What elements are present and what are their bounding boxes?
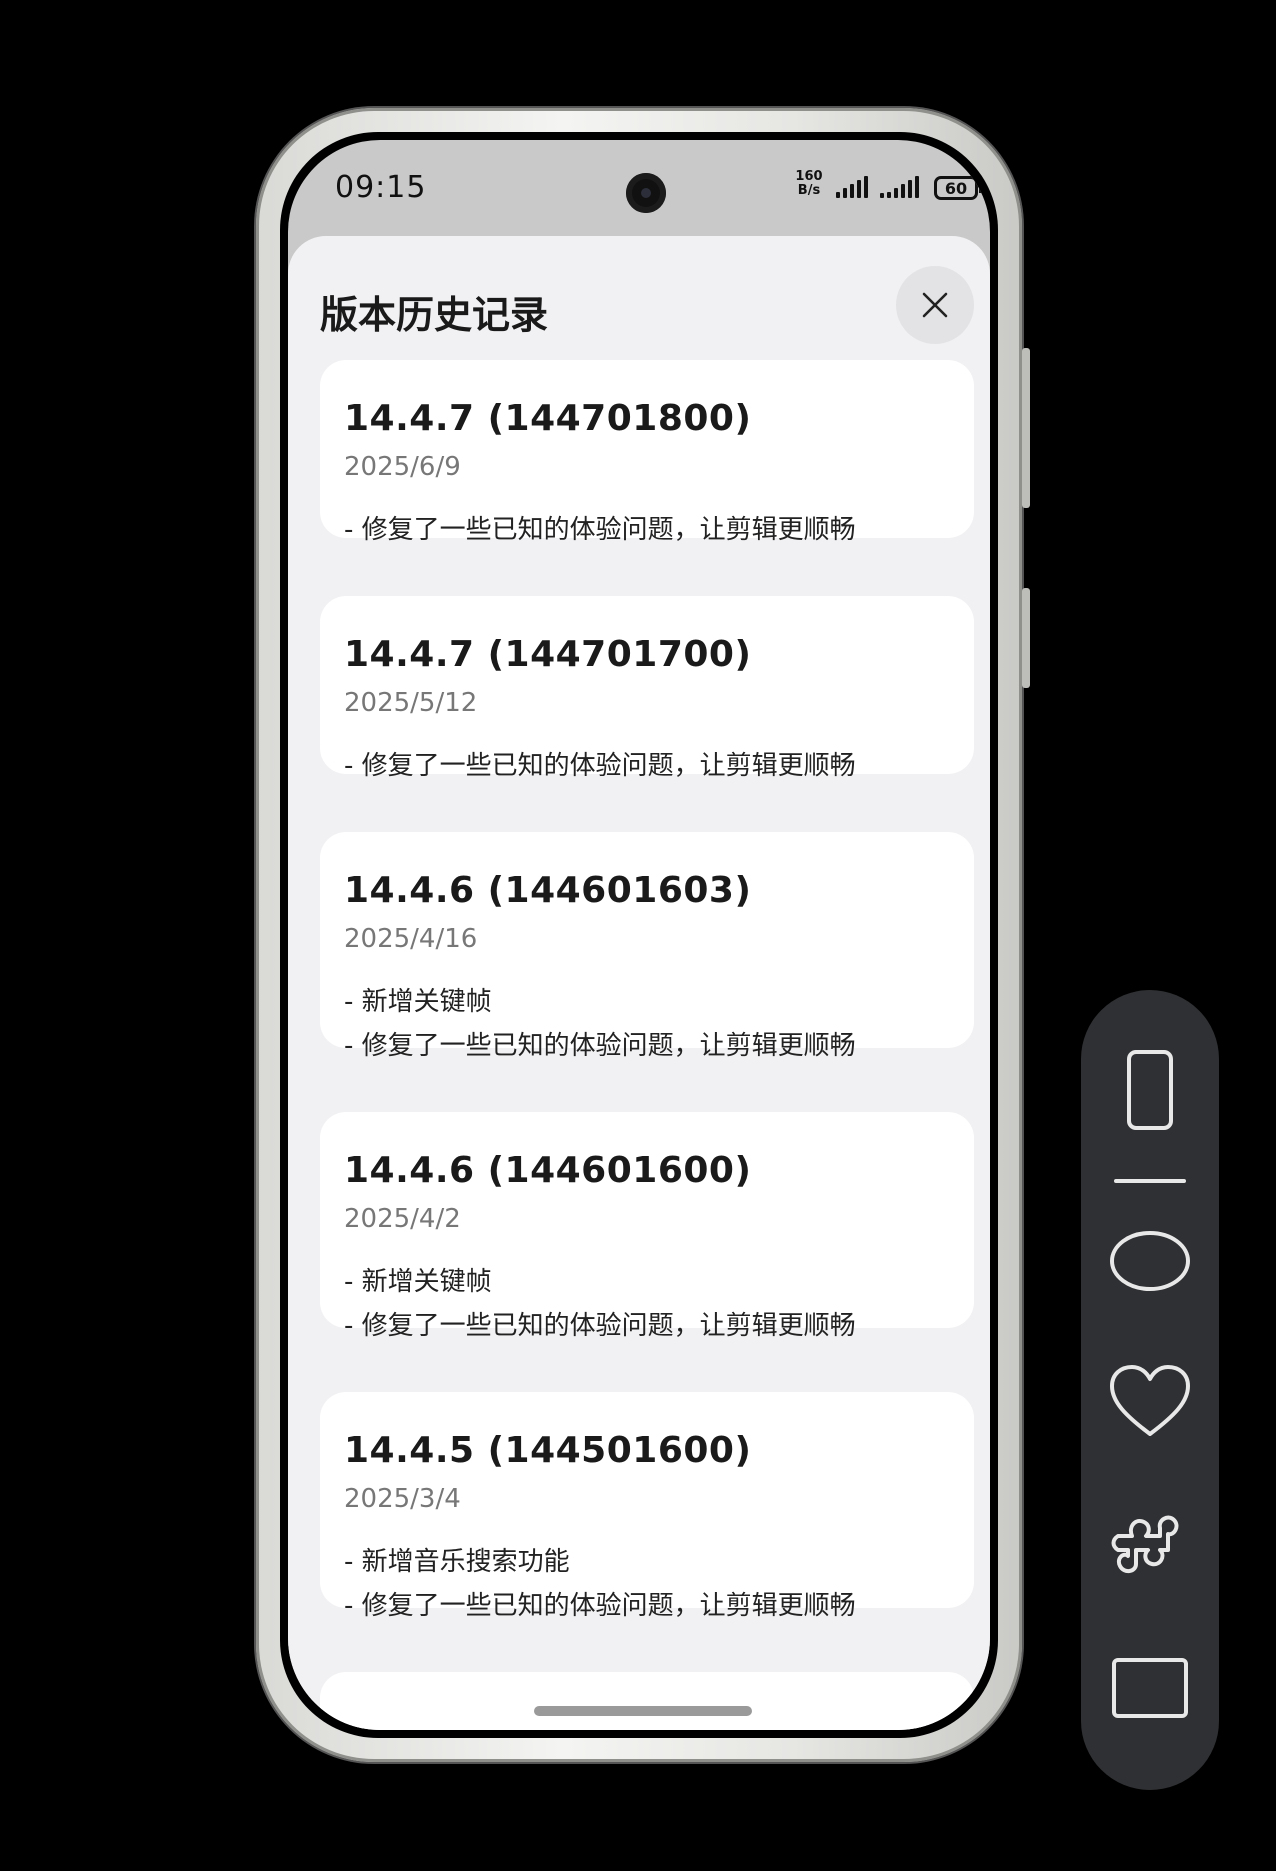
network-speed: 160 B/s: [792, 170, 826, 198]
version-card[interactable]: 14.4.7 (144701800) 2025/6/9 - 修复了一些已知的体验…: [320, 360, 974, 545]
version-number: 14.4.5 (144501600): [344, 1430, 752, 1471]
network-speed-unit: B/s: [797, 183, 821, 198]
version-number: 14.4.7 (144701800): [344, 398, 752, 439]
volume-button: [1022, 348, 1030, 508]
puzzle-tool[interactable]: [1081, 1506, 1219, 1578]
signal-icon-2: [880, 174, 919, 198]
version-note: - 修复了一些已知的体验问题，让剪辑更顺畅: [344, 1311, 856, 1341]
floating-toolbar: [1081, 990, 1219, 1790]
signal-icon: [836, 174, 868, 198]
version-note: - 修复了一些已知的体验问题，让剪辑更顺畅: [344, 515, 856, 545]
close-button[interactable]: [896, 266, 974, 344]
version-notes: - 修复了一些已知的体验问题，让剪辑更顺畅: [344, 508, 856, 552]
front-camera: [626, 173, 666, 213]
rectangle-icon: [1112, 1658, 1188, 1718]
version-note: - 新增音乐搜索功能: [344, 1547, 570, 1577]
version-notes: - 新增音乐搜索功能 - 修复了一些已知的体验问题，让剪辑更顺畅: [344, 1540, 856, 1628]
heart-icon: [1110, 1365, 1190, 1436]
version-card[interactable]: 14.4.6 (144601603) 2025/4/16 - 新增关键帧 - 修…: [320, 832, 974, 1061]
ellipse-icon: [1110, 1231, 1190, 1291]
version-note: - 新增关键帧: [344, 987, 492, 1017]
version-card-partial[interactable]: [320, 1672, 974, 1730]
status-bar: 09:15 160 B/s 60: [288, 140, 990, 236]
version-card[interactable]: 14.4.6 (144601600) 2025/4/2 - 新增关键帧 - 修复…: [320, 1112, 974, 1341]
version-note: - 修复了一些已知的体验问题，让剪辑更顺畅: [344, 1031, 856, 1061]
version-notes: - 新增关键帧 - 修复了一些已知的体验问题，让剪辑更顺畅: [344, 980, 856, 1068]
version-card[interactable]: 14.4.5 (144501600) 2025/3/4 - 新增音乐搜索功能 -…: [320, 1392, 974, 1621]
version-date: 2025/4/16: [344, 924, 478, 954]
version-number: 14.4.6 (144601600): [344, 1150, 752, 1191]
version-note: - 修复了一些已知的体验问题，让剪辑更顺畅: [344, 751, 856, 781]
sheet-title: 版本历史记录: [320, 293, 549, 337]
battery-level: 60: [944, 178, 968, 198]
home-indicator[interactable]: [534, 1706, 752, 1716]
version-date: 2025/6/9: [344, 452, 461, 482]
phone-frame-tool[interactable]: [1081, 1048, 1219, 1132]
ellipse-tool[interactable]: [1081, 1228, 1219, 1294]
version-number: 14.4.6 (144601603): [344, 870, 752, 911]
version-date: 2025/5/12: [344, 688, 478, 718]
puzzle-icon: [1111, 1515, 1179, 1573]
version-notes: - 修复了一些已知的体验问题，让剪辑更顺畅: [344, 744, 856, 788]
version-note: - 新增关键帧: [344, 1267, 492, 1297]
version-notes: - 新增关键帧 - 修复了一些已知的体验问题，让剪辑更顺畅: [344, 1260, 856, 1348]
rectangle-tool[interactable]: [1081, 1656, 1219, 1720]
version-card[interactable]: 14.4.7 (144701700) 2025/5/12 - 修复了一些已知的体…: [320, 596, 974, 781]
version-date: 2025/3/4: [344, 1484, 461, 1514]
network-speed-value: 160: [795, 169, 823, 184]
version-note: - 修复了一些已知的体验问题，让剪辑更顺畅: [344, 1591, 856, 1621]
status-time: 09:15: [335, 170, 427, 205]
version-date: 2025/4/2: [344, 1204, 461, 1234]
heart-tool[interactable]: [1081, 1364, 1219, 1440]
battery-icon: 60: [934, 176, 983, 200]
line-icon: [1114, 1179, 1186, 1183]
power-button: [1022, 588, 1030, 688]
phone-frame: 09:15 160 B/s 60 版本历史记录 14.4.7 (14470180…: [256, 108, 1030, 1762]
line-tool[interactable]: [1081, 1176, 1219, 1186]
version-history-sheet: 版本历史记录 14.4.7 (144701800) 2025/6/9 - 修复了…: [288, 236, 990, 1730]
phone-frame-icon: [1127, 1050, 1173, 1130]
phone-screen: 09:15 160 B/s 60 版本历史记录 14.4.7 (14470180…: [288, 140, 990, 1730]
version-number: 14.4.7 (144701700): [344, 634, 752, 675]
close-icon: [922, 292, 948, 318]
